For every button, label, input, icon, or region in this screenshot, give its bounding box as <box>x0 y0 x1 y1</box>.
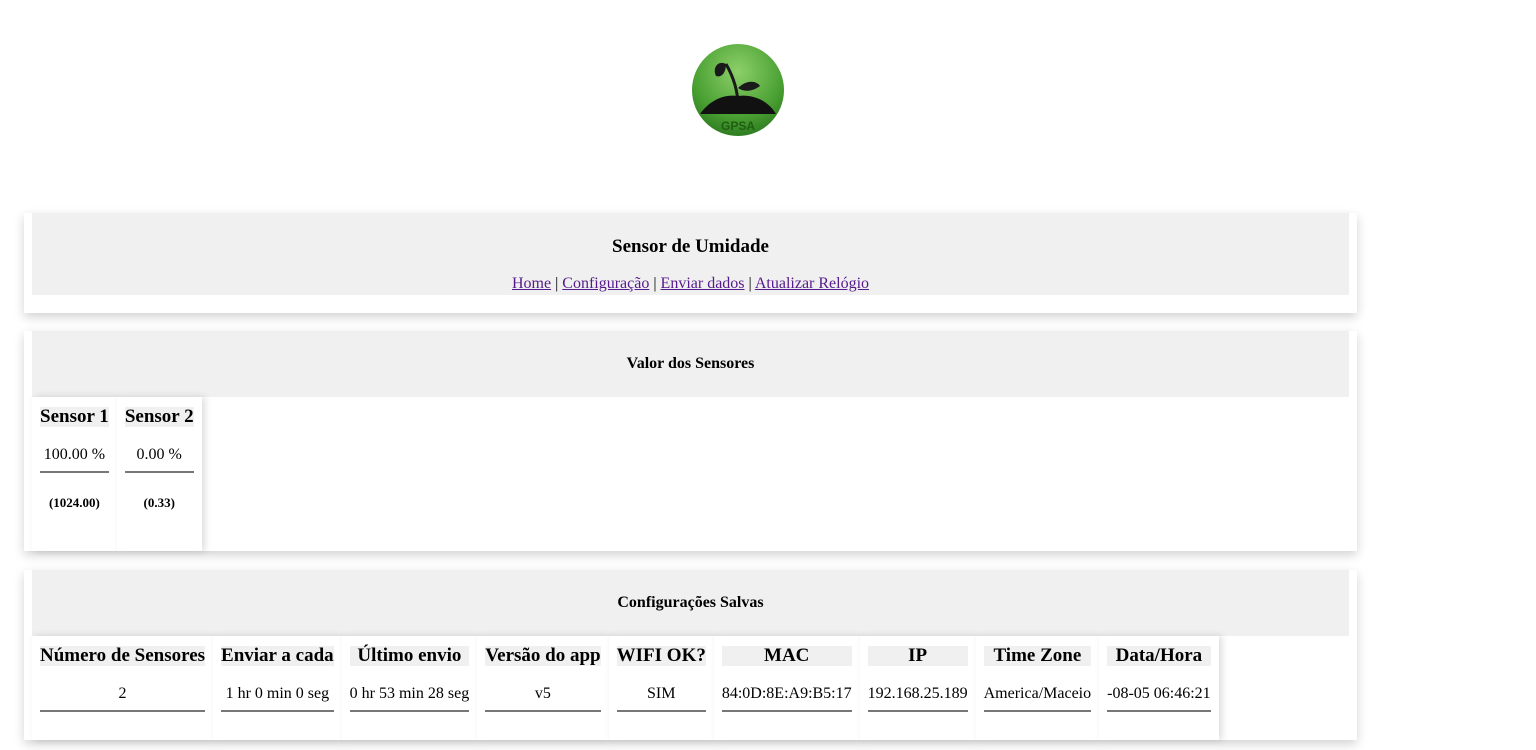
config-value: America/Maceio <box>983 685 1092 702</box>
sensor-list: Sensor 1 100.00 % (1024.00) Sensor 2 0.0… <box>32 397 1357 551</box>
config-column-wifi: WIFI OK? SIM <box>608 636 714 740</box>
config-value: 1 hr 0 min 0 seg <box>225 685 330 702</box>
divider <box>721 710 852 712</box>
sensor-2-column: Sensor 2 0.00 % (0.33) <box>116 397 202 551</box>
divider <box>40 710 206 712</box>
divider <box>124 471 194 473</box>
header-card: Sensor de Umidade Home | Configuração | … <box>24 213 1357 313</box>
config-column-ip: IP 192.168.25.189 <box>859 636 976 740</box>
config-label: Data/Hora <box>1107 646 1211 666</box>
config-list: Número de Sensores 2 Enviar a cada 1 hr … <box>32 636 1357 740</box>
nav-links: Home | Configuração | Enviar dados | Atu… <box>32 274 1349 294</box>
config-column-send-interval: Enviar a cada 1 hr 0 min 0 seg <box>213 636 342 740</box>
nav-separator: | <box>748 275 752 292</box>
sensor-raw-value: (1024.00) <box>48 495 100 510</box>
nav-update-clock-link[interactable]: Atualizar Relógio <box>755 275 869 292</box>
config-label: Versão do app <box>485 645 601 666</box>
header-panel: Sensor de Umidade Home | Configuração | … <box>32 213 1349 295</box>
sensors-title: Valor dos Sensores <box>626 355 755 372</box>
divider <box>867 710 968 712</box>
sensor-label: Sensor 2 <box>124 406 194 427</box>
logo-text: GPSA <box>721 119 755 133</box>
sensors-panel: Valor dos Sensores <box>32 331 1349 397</box>
config-card: Configurações Salvas Número de Sensores … <box>24 570 1357 740</box>
config-value: 0 hr 53 min 28 seg <box>349 685 470 702</box>
config-column-app-version: Versão do app v5 <box>477 636 609 740</box>
config-value: v5 <box>534 685 551 702</box>
config-value: SIM <box>647 685 676 702</box>
config-label: Número de Sensores <box>40 645 206 666</box>
config-column-datetime: Data/Hora -08-05 06:46:21 <box>1099 636 1219 740</box>
nav-separator: | <box>555 275 559 292</box>
nav-separator: | <box>653 275 657 292</box>
config-value: 84:0D:8E:A9:B5:17 <box>721 685 852 702</box>
page-title: Sensor de Umidade <box>612 236 769 257</box>
config-label: Último envio <box>349 646 470 666</box>
config-value: 2 <box>118 685 127 702</box>
config-panel: Configurações Salvas <box>32 570 1349 636</box>
nav-send-data-link[interactable]: Enviar dados <box>661 275 745 292</box>
divider <box>349 710 470 712</box>
config-title: Configurações Salvas <box>617 594 764 611</box>
config-column-sensor-count: Número de Sensores 2 <box>32 636 214 740</box>
config-label: Enviar a cada <box>221 645 334 666</box>
config-label: Time Zone <box>983 646 1092 666</box>
config-column-timezone: Time Zone America/Maceio <box>975 636 1100 740</box>
divider <box>1107 710 1211 712</box>
divider <box>221 710 334 712</box>
config-value: 192.168.25.189 <box>867 685 968 702</box>
nav-home-link[interactable]: Home <box>512 275 551 292</box>
sensor-label: Sensor 1 <box>40 406 109 427</box>
config-column-mac: MAC 84:0D:8E:A9:B5:17 <box>713 636 860 740</box>
gpsa-logo: GPSA <box>692 44 784 136</box>
sensor-1-column: Sensor 1 100.00 % (1024.00) <box>32 397 117 551</box>
sensor-raw-value: (0.33) <box>143 495 175 510</box>
divider <box>40 471 109 473</box>
config-label: WIFI OK? <box>616 645 706 666</box>
divider <box>616 710 706 712</box>
nav-config-link[interactable]: Configuração <box>562 275 649 292</box>
divider <box>485 710 601 712</box>
config-column-last-send: Último envio 0 hr 53 min 28 seg <box>341 636 478 740</box>
config-value: -08-05 06:46:21 <box>1107 685 1211 702</box>
sensor-value: 0.00 % <box>136 446 182 463</box>
config-label: IP <box>867 646 968 666</box>
sensors-card: Valor dos Sensores Sensor 1 100.00 % (10… <box>24 331 1357 551</box>
divider <box>983 710 1092 712</box>
sensor-value: 100.00 % <box>43 446 106 463</box>
config-label: MAC <box>721 646 852 666</box>
